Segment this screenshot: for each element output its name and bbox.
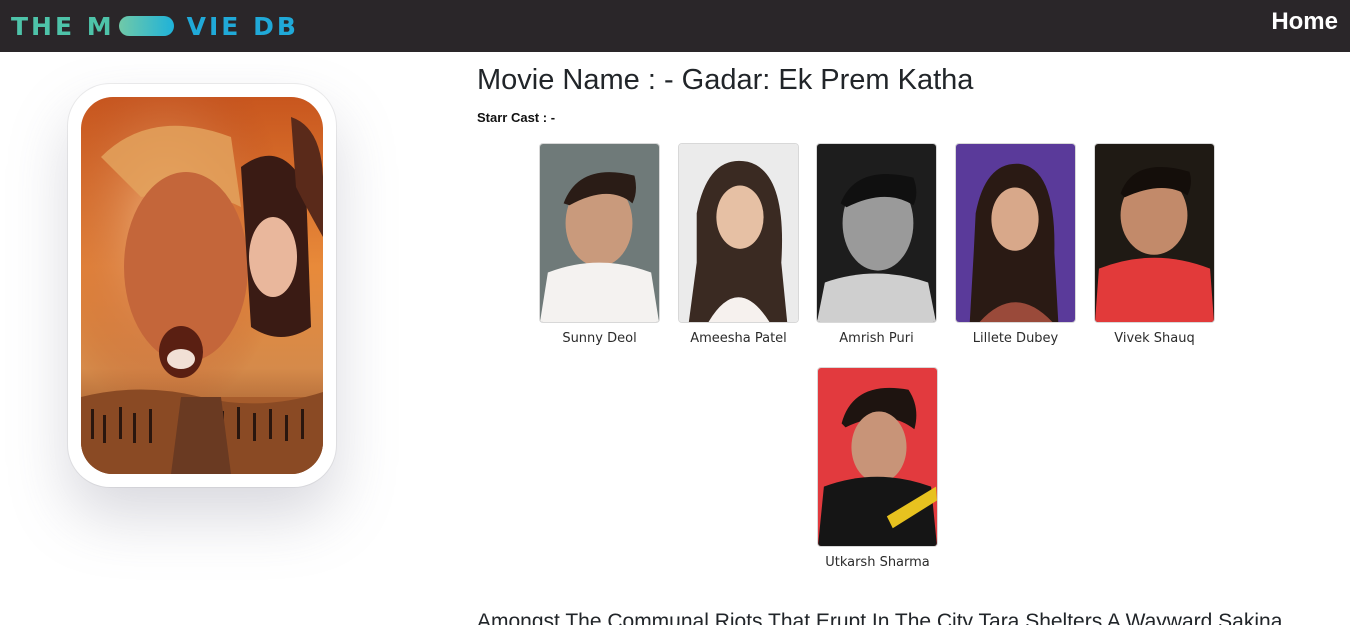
cast-photo[interactable] [816,143,937,323]
movie-poster-card [68,84,336,487]
cast-card[interactable]: Lillete Dubey [955,143,1076,346]
cast-photo[interactable] [678,143,799,323]
cast-name: Utkarsh Sharma [825,555,930,570]
brand-logo[interactable]: THE M VIE DB [11,10,299,42]
cast-card[interactable]: Vivek Shauq [1094,143,1215,346]
logo-pill-icon [118,16,174,36]
movie-title: Movie Name : - Gadar: Ek Prem Katha [477,64,974,96]
cast-photo[interactable] [955,143,1076,323]
cast-photo[interactable] [817,367,938,547]
cast-card[interactable]: Ameesha Patel [678,143,799,346]
movie-poster-image [81,97,323,474]
brand-text-part2: VIE DB [186,11,299,41]
cast-name: Sunny Deol [562,331,637,346]
brand-text-part1: THE M [11,11,115,41]
cast-name: Vivek Shauq [1114,331,1195,346]
cast-photo[interactable] [539,143,660,323]
home-link[interactable]: Home [1271,8,1338,36]
cast-name: Lillete Dubey [972,331,1059,346]
movie-overview: Amongst The Communal Riots That Erupt In… [477,610,1283,625]
cast-label: Starr Cast : - [477,110,556,125]
cast-card[interactable]: Sunny Deol [539,143,660,346]
cast-name: Ameesha Patel [690,331,787,346]
navbar: THE M VIE DB Home [0,0,1350,52]
cast-card[interactable]: Amrish Puri [816,143,937,346]
cast-photo[interactable] [1094,143,1215,323]
cast-name: Amrish Puri [839,331,914,346]
cast-card[interactable]: Utkarsh Sharma [817,367,938,570]
